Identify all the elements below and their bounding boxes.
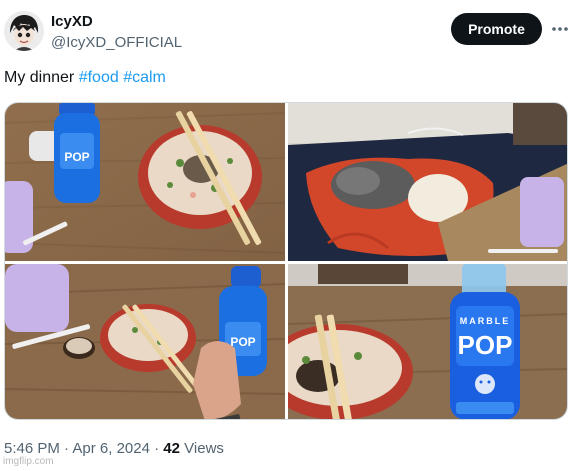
bottle-brand-top: MARBLE: [460, 316, 511, 326]
avatar-image: [4, 11, 44, 51]
display-name[interactable]: IcyXD: [51, 13, 93, 30]
tweet-date[interactable]: Apr 6, 2024: [72, 440, 150, 457]
tweet-meta: 5:46 PM · Apr 6, 2024 · 42 Views: [4, 440, 224, 457]
tweet-body: My dinner: [4, 69, 75, 86]
views-label: Views: [184, 440, 224, 457]
user-handle[interactable]: @IcyXD_OFFICIAL: [51, 34, 182, 51]
meta-separator: ·: [154, 440, 160, 457]
photo-cat-on-blanket[interactable]: [288, 103, 567, 261]
more-horizontal-icon[interactable]: [548, 17, 572, 41]
promote-button[interactable]: Promote: [451, 13, 542, 45]
photo-marble-pop-closeup[interactable]: MARBLE POP: [288, 264, 567, 419]
photo-hand-holding-ramune[interactable]: POP: [5, 264, 285, 419]
imgflip-watermark: imgflip.com: [3, 456, 54, 467]
hashtag-food[interactable]: #food: [79, 69, 119, 86]
meta-separator: ·: [64, 440, 70, 457]
avatar[interactable]: [4, 11, 44, 51]
views-count[interactable]: 42: [163, 440, 180, 457]
hashtag-calm[interactable]: #calm: [123, 69, 166, 86]
photo-ramune-and-rice-bowl[interactable]: POP: [5, 103, 285, 261]
bottle-brand-main: POP: [458, 330, 513, 360]
bottle-label: POP: [64, 150, 89, 164]
media-grid: POP POP MARBLE POP: [4, 102, 568, 420]
tweet-text: My dinner #food #calm: [4, 69, 166, 87]
bottle-label: POP: [230, 335, 255, 349]
tweet-time[interactable]: 5:46 PM: [4, 440, 60, 457]
